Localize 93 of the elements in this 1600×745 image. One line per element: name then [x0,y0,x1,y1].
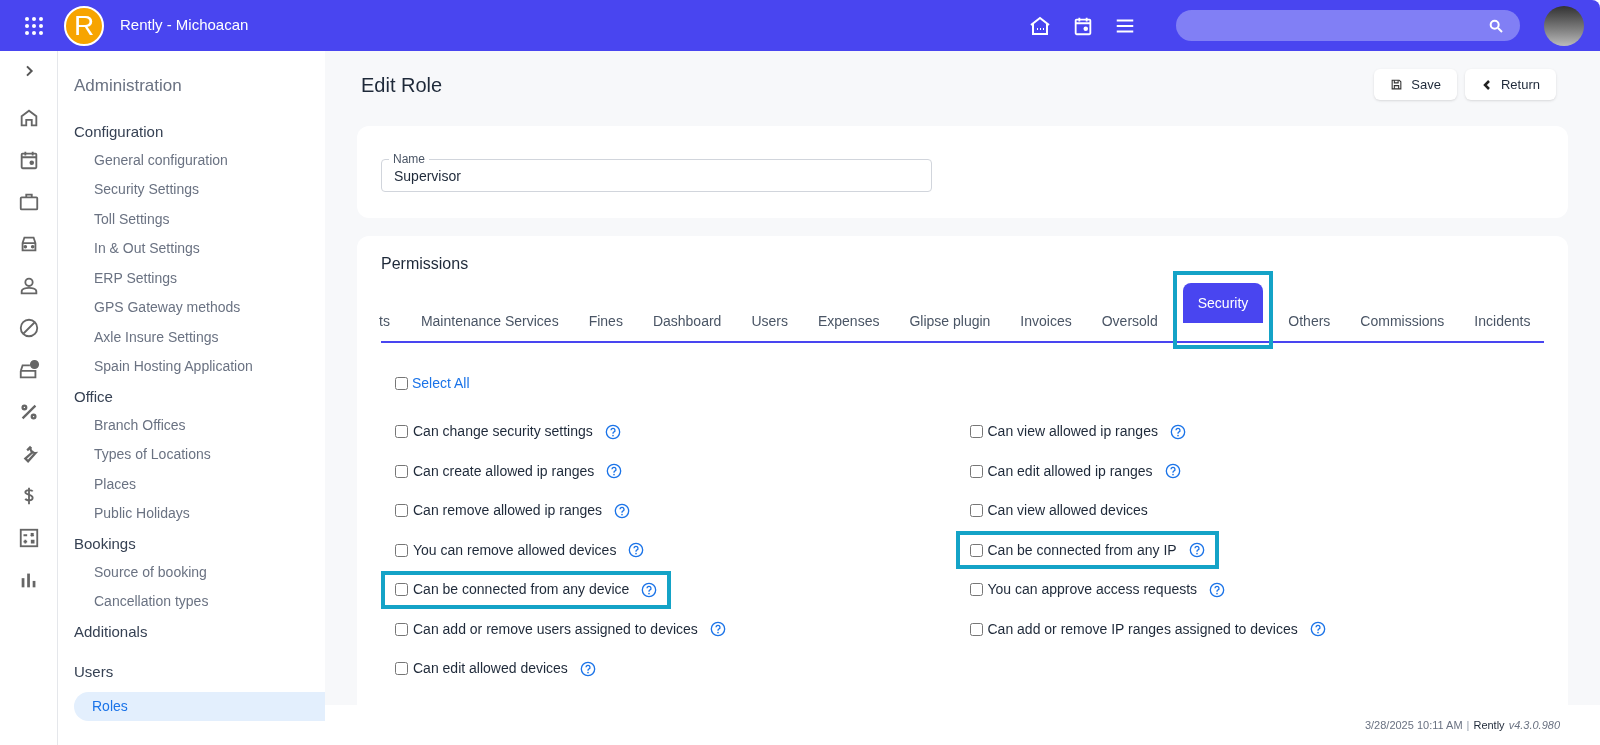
checkbox[interactable] [395,504,408,518]
permission-label: You can remove allowed devices [413,540,617,560]
return-button[interactable]: Return [1464,69,1556,100]
permission-label: Can view allowed ip ranges [987,422,1158,442]
sidebar-item[interactable]: Places [74,469,325,499]
calculator-icon[interactable] [17,527,40,549]
tab[interactable]: Maintenance Services [405,301,574,341]
briefcase-icon[interactable] [17,191,40,213]
sidebar-item[interactable]: Roles [74,691,325,721]
save-icon [1390,78,1404,91]
prohibited-icon[interactable] [17,317,40,339]
help-icon[interactable] [604,423,621,440]
sidebar-item[interactable]: Security Settings [74,175,325,205]
tab[interactable]: Commissions [1345,301,1460,341]
help-icon[interactable] [1309,621,1326,638]
search-field[interactable] [1176,10,1520,41]
permission-label: You can approve access requests [987,580,1198,600]
version: v4.3.0.980 [1508,717,1560,733]
help-icon[interactable] [1169,423,1186,440]
tab[interactable]: Oversold [1086,301,1173,341]
sidebar-item[interactable]: Spain Hosting Application [74,352,325,382]
tab[interactable]: ts [379,301,406,341]
permission-label: Can add or remove IP ranges assigned to devices [987,619,1298,639]
checkbox[interactable] [969,583,983,597]
permission-label: Can add or remove users assigned to devices [413,619,698,639]
checkbox[interactable] [969,464,983,478]
permission-label: Can edit allowed devices [413,659,568,679]
sidebar-section[interactable]: Configuration [74,116,325,146]
help-icon[interactable] [1164,463,1181,480]
sidebar-section[interactable]: Office [74,381,325,411]
section-title: Permissions [381,254,470,274]
tab[interactable]: Users [736,301,803,341]
tab[interactable]: Glipse plugin [894,301,1006,341]
checkbox[interactable] [969,425,983,439]
tab[interactable]: Incidents [1459,301,1546,341]
sidebar-item[interactable]: ERP Settings [74,263,325,293]
help-icon[interactable] [579,660,596,677]
sidebar-item[interactable]: Cancellation types [74,587,325,617]
sidebar-section[interactable]: Bookings [74,528,325,558]
brand-name: Rently [1473,717,1505,733]
sidebar-item[interactable]: In & Out Settings [74,234,325,264]
apps-grid-icon[interactable] [24,15,44,36]
permission-label: Can view allowed devices [987,501,1148,521]
car-alert-icon[interactable] [17,359,40,381]
tab[interactable]: Fines [573,301,638,341]
help-icon[interactable] [1209,581,1226,598]
sidebar-item[interactable]: General configuration [74,145,325,175]
checkbox[interactable] [395,543,408,557]
tab[interactable]: Security [1182,283,1264,323]
page-title: Edit Role [361,72,443,98]
sidebar-item[interactable]: Branch Offices [74,410,325,440]
sidebar-item[interactable]: Public Holidays [74,499,325,529]
help-icon[interactable] [628,542,645,559]
permission-label: Can be connected from any IP [987,540,1177,560]
permission-label: Can create allowed ip ranges [413,461,595,481]
help-icon[interactable] [614,502,631,519]
tab[interactable]: Invoices [1005,301,1087,341]
sidebar-item[interactable]: Axle Insure Settings [74,322,325,352]
help-icon[interactable] [606,463,623,480]
select-all-link[interactable]: Select All [412,373,470,394]
checkbox[interactable] [395,425,408,439]
separator: | [1466,717,1470,733]
logo: R [64,5,104,46]
help-icon[interactable] [1188,542,1205,559]
sidebar-section[interactable]: Users [74,656,325,686]
sidebar-section[interactable]: Additionals [74,616,325,646]
permission-label: Can remove allowed ip ranges [413,501,603,521]
tab[interactable]: Dashboard [637,301,737,341]
permission-label: Can be connected from any device [413,580,630,600]
sidebar-item[interactable]: Source of booking [74,557,325,587]
checkbox[interactable] [969,543,983,557]
sidebar-item[interactable]: Types of Locations [74,440,325,470]
app-title: Rently - Michoacan [120,15,249,36]
checkbox[interactable] [969,504,983,518]
search-icon[interactable] [1488,18,1504,34]
tab[interactable]: Others [1273,301,1346,341]
help-icon[interactable] [709,621,726,638]
checkbox[interactable] [395,583,408,597]
checkbox[interactable] [395,464,408,478]
timestamp: 3/28/2025 10:11 AM [1364,717,1463,733]
save-button[interactable]: Save [1374,69,1457,100]
checkbox[interactable] [395,622,408,636]
sidebar-heading: Administration [74,75,183,97]
sidebar-item[interactable]: GPS Gateway methods [74,293,325,323]
checkbox[interactable] [969,622,983,636]
sidebar-item[interactable]: Toll Settings [74,204,325,234]
permission-label: Can edit allowed ip ranges [987,461,1153,481]
permission-label: Can change security settings [413,422,593,442]
checkbox[interactable] [395,377,408,390]
checkbox[interactable] [395,662,408,676]
tab[interactable]: Expenses [802,301,895,341]
avatar[interactable] [1544,5,1584,46]
help-icon[interactable] [641,581,658,598]
